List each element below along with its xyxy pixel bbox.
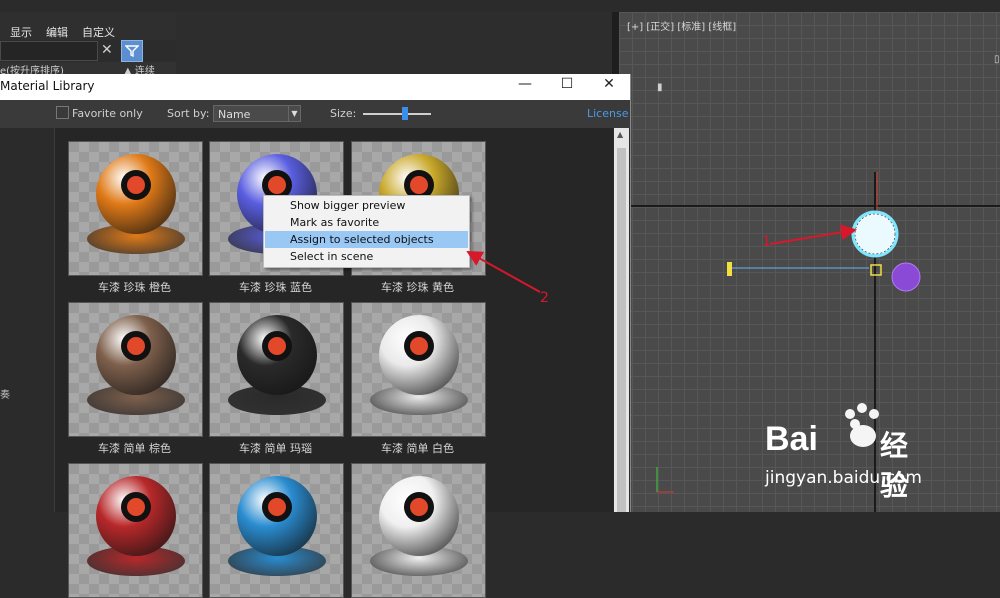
maximize-button[interactable]: ☐ bbox=[552, 76, 582, 92]
material-name: 车漆 珍珠 蓝色 bbox=[239, 281, 312, 294]
logo-center bbox=[127, 337, 145, 355]
filter-input[interactable] bbox=[0, 41, 98, 61]
annotation-label-2: 2 bbox=[540, 290, 549, 306]
sort-by-value: Name bbox=[218, 108, 251, 121]
logo-center bbox=[127, 176, 145, 194]
logo-center bbox=[410, 337, 428, 355]
material-logo-icon bbox=[121, 492, 151, 522]
material-tile[interactable] bbox=[351, 463, 486, 598]
logo-center bbox=[268, 337, 286, 355]
bg-top-strip bbox=[0, 0, 1000, 12]
material-logo-icon bbox=[404, 331, 434, 361]
material-logo-icon bbox=[404, 492, 434, 522]
scroll-up-icon[interactable]: ▲ bbox=[617, 130, 623, 139]
material-logo-icon bbox=[262, 331, 292, 361]
material-tile[interactable] bbox=[209, 463, 344, 598]
menu-item-select-in-scene[interactable]: Select in scene bbox=[265, 248, 468, 265]
svg-text:▮: ▮ bbox=[657, 82, 663, 93]
svg-text:▯: ▯ bbox=[994, 54, 1000, 65]
size-slider-track[interactable] bbox=[363, 113, 431, 115]
logo-center bbox=[268, 498, 286, 516]
size-label: Size: bbox=[330, 107, 357, 120]
watermark-brand: Bai bbox=[765, 420, 818, 458]
logo-center bbox=[410, 176, 428, 194]
material-tile[interactable] bbox=[68, 141, 203, 276]
material-name: 车漆 简单 白色 bbox=[381, 442, 454, 455]
material-name: 车漆 珍珠 橙色 bbox=[98, 281, 171, 294]
close-icon[interactable]: ✕ bbox=[101, 42, 113, 58]
menu-item-customize[interactable]: 自定义 bbox=[82, 24, 115, 40]
window-titlebar[interactable]: Material Library — ☐ ✕ bbox=[0, 74, 630, 100]
menu-item-display[interactable]: 显示 bbox=[10, 24, 32, 40]
material-name: 车漆 简单 玛瑙 bbox=[239, 442, 312, 455]
favorite-only-label: Favorite only bbox=[72, 107, 143, 120]
menu-item-show-bigger-preview[interactable]: Show bigger preview bbox=[265, 197, 468, 214]
favorite-only-checkbox[interactable] bbox=[56, 106, 69, 119]
watermark-url: jingyan.baidu.com bbox=[765, 468, 922, 488]
material-tile[interactable] bbox=[351, 302, 486, 437]
minimize-button[interactable]: — bbox=[510, 76, 540, 92]
chevron-down-icon: ▼ bbox=[288, 106, 300, 121]
category-item-label[interactable]: 奏 bbox=[0, 386, 10, 401]
bg-sort-row: e(按升序排序) ▲ 连续 bbox=[0, 62, 176, 77]
material-logo-icon bbox=[121, 331, 151, 361]
window-title: Material Library bbox=[0, 79, 95, 93]
bg-panel bbox=[176, 12, 616, 74]
scroll-thumb[interactable] bbox=[617, 148, 626, 512]
filter-icon[interactable] bbox=[121, 40, 143, 62]
license-link[interactable]: License bbox=[587, 107, 628, 120]
sort-by-select[interactable]: Name ▼ bbox=[213, 105, 301, 122]
category-pane[interactable]: 奏 bbox=[0, 128, 55, 512]
logo-center bbox=[127, 498, 145, 516]
annotation-label-1: 1 bbox=[762, 234, 771, 250]
material-name: 车漆 简单 棕色 bbox=[98, 442, 171, 455]
logo-center bbox=[268, 176, 286, 194]
menu-item-edit[interactable]: 编辑 bbox=[46, 24, 68, 40]
size-slider-thumb[interactable] bbox=[402, 107, 408, 120]
material-tile[interactable] bbox=[209, 302, 344, 437]
window-close-button[interactable]: ✕ bbox=[594, 76, 624, 92]
menu-item-assign-to-selected-objects[interactable]: Assign to selected objects bbox=[265, 231, 468, 248]
context-menu: Show bigger preview Mark as favorite Ass… bbox=[263, 195, 470, 268]
material-tile[interactable] bbox=[68, 302, 203, 437]
watermark-brand-suffix: 经验 bbox=[880, 429, 909, 502]
sort-by-label: Sort by: bbox=[167, 107, 210, 120]
material-logo-icon bbox=[262, 492, 292, 522]
material-name: 车漆 珍珠 黄色 bbox=[381, 281, 454, 294]
material-tile[interactable] bbox=[68, 463, 203, 598]
vertical-scrollbar[interactable]: ▲ bbox=[614, 128, 629, 512]
library-toolbar: Favorite only Sort by: Name ▼ Size: Lice… bbox=[0, 100, 630, 152]
menu-item-mark-as-favorite[interactable]: Mark as favorite bbox=[265, 214, 468, 231]
material-logo-icon bbox=[121, 170, 151, 200]
logo-center bbox=[410, 498, 428, 516]
